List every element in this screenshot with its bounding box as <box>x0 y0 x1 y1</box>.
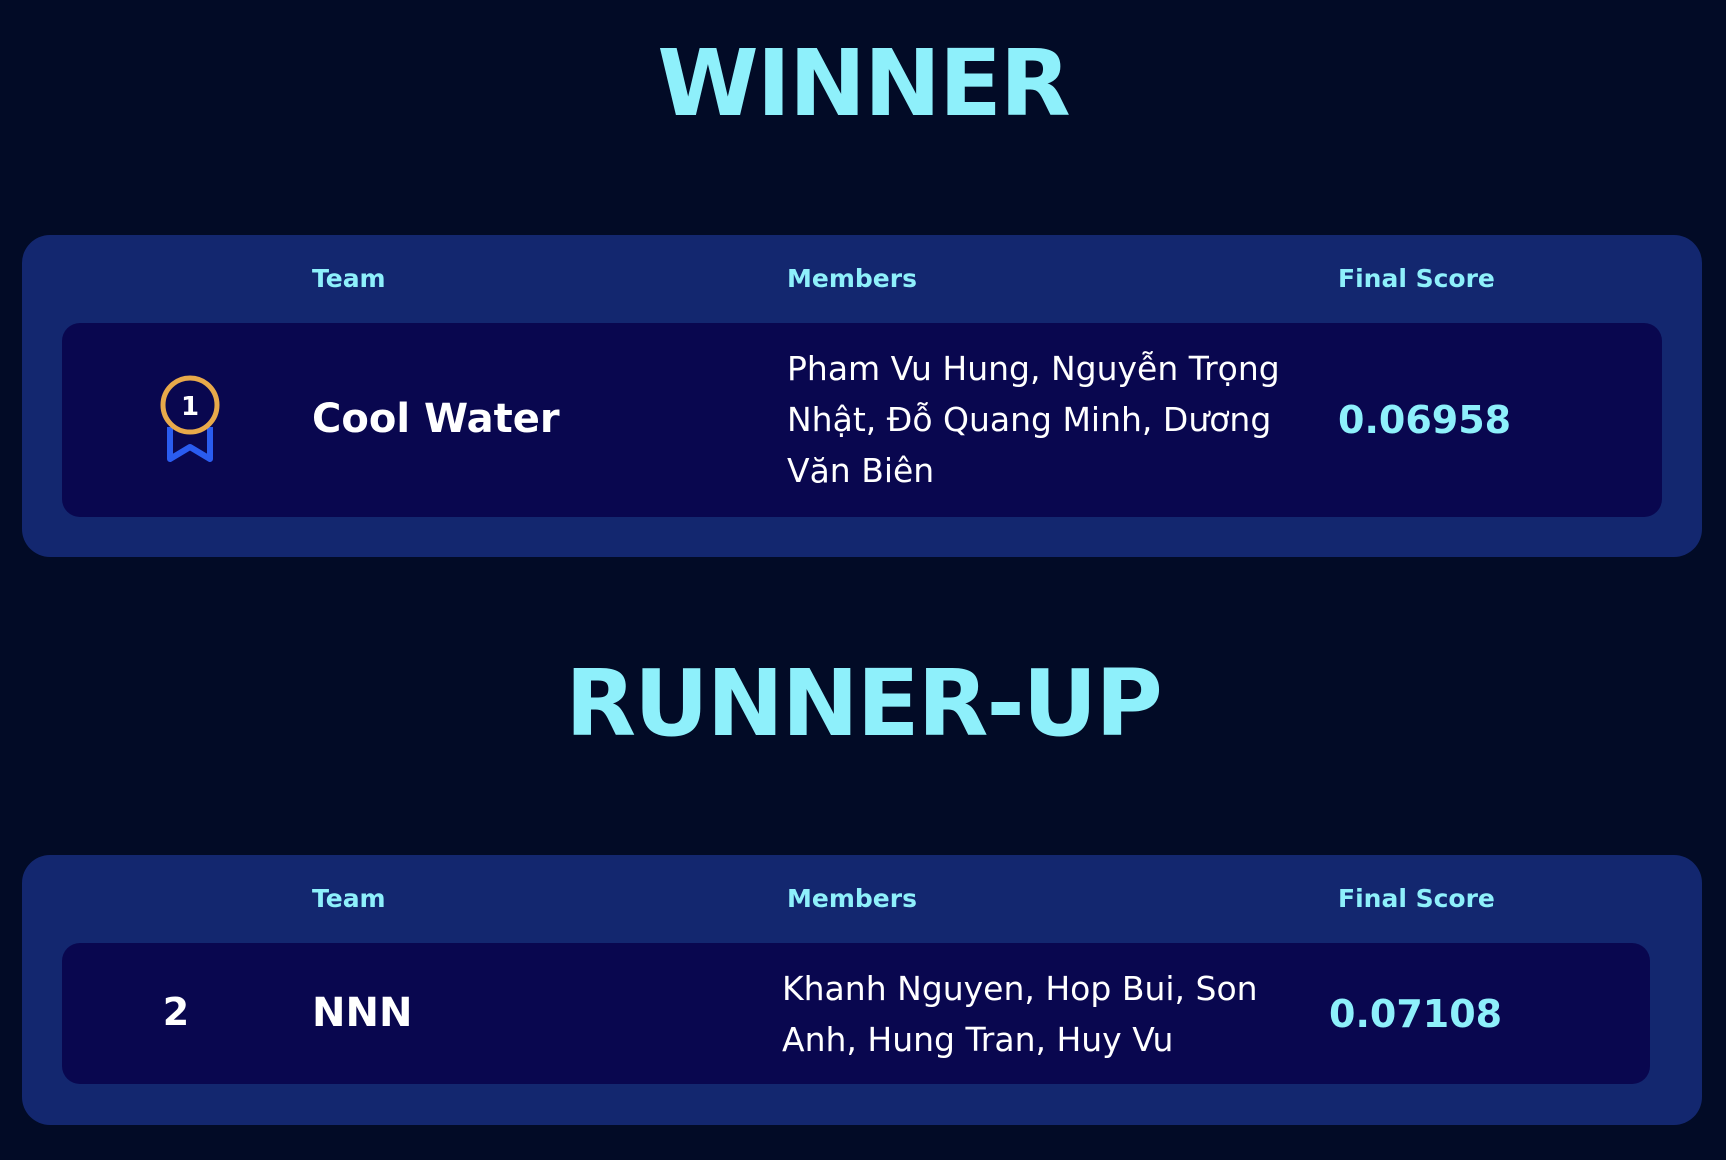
team-name: NNN <box>312 990 413 1036</box>
final-score: 0.07108 <box>1329 992 1503 1036</box>
rank-number: 1 <box>181 392 199 422</box>
column-header-final-score: Final Score <box>1338 884 1495 913</box>
table-row: 1 Cool Water Pham Vu Hung, Nguyễn Trọng … <box>62 323 1662 517</box>
column-header-team: Team <box>312 264 386 293</box>
team-name: Cool Water <box>312 396 560 442</box>
column-header-team: Team <box>312 884 386 913</box>
team-members: Pham Vu Hung, Nguyễn Trọng Nhật, Đỗ Quan… <box>787 349 1280 490</box>
column-header-final-score: Final Score <box>1338 264 1495 293</box>
medal-ribbon-icon: 1 <box>160 375 220 462</box>
rank-number: 2 <box>162 990 190 1034</box>
winner-title: WINNER <box>657 30 1070 137</box>
runner-up-title: RUNNER-UP <box>565 650 1163 757</box>
column-header-members: Members <box>787 884 917 913</box>
runner-up-table: Team Members Final Score 2 NNN Khanh Ngu… <box>22 855 1702 1125</box>
table-row: 2 NNN Khanh Nguyen, Hop Bui, Son Anh, Hu… <box>62 943 1650 1084</box>
column-header-members: Members <box>787 264 917 293</box>
winner-table: Team Members Final Score 1 Cool Water Ph… <box>22 235 1702 557</box>
team-members: Khanh Nguyen, Hop Bui, Son Anh, Hung Tra… <box>782 969 1258 1059</box>
final-score: 0.06958 <box>1338 398 1512 442</box>
